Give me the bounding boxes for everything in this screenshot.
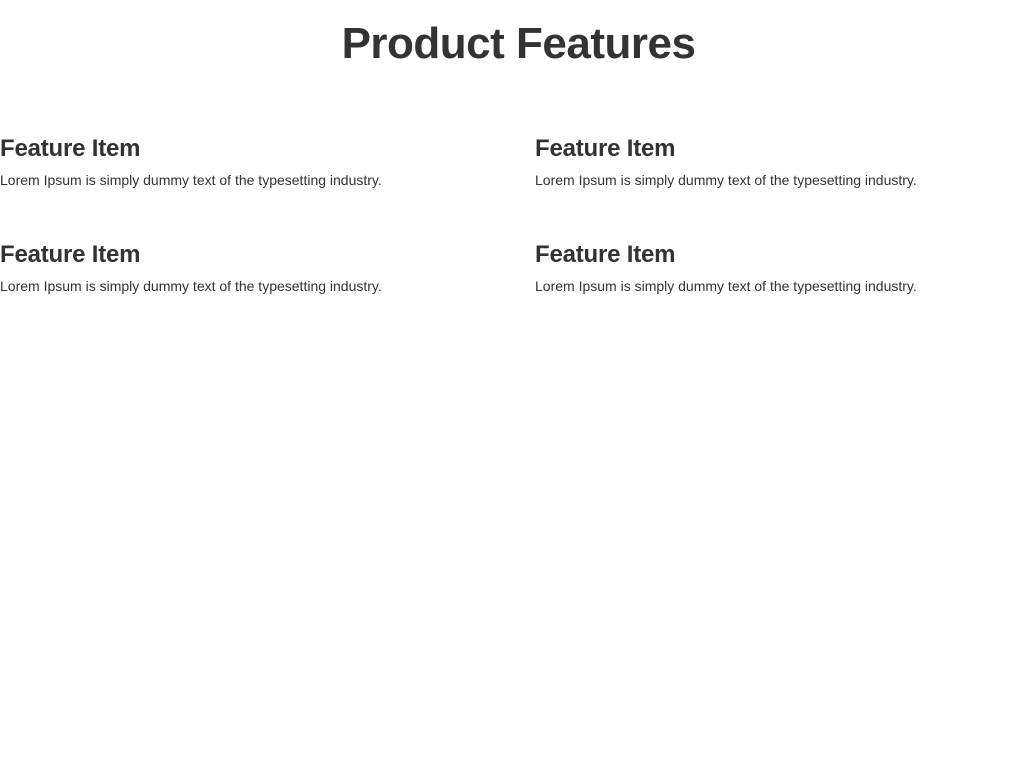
feature-item: Feature Item Lorem Ipsum is simply dummy… [535, 134, 1015, 190]
page-title: Product Features [341, 19, 696, 68]
page: Product Features Feature Item Lorem Ipsu… [0, 0, 1024, 768]
feature-item: Feature Item Lorem Ipsum is simply dummy… [0, 134, 480, 190]
feature-description: Lorem Ipsum is simply dummy text of the … [535, 278, 917, 294]
feature-description: Lorem Ipsum is simply dummy text of the … [0, 172, 382, 188]
feature-title: Feature Item [0, 135, 141, 162]
feature-title: Feature Item [535, 241, 676, 268]
feature-item: Feature Item Lorem Ipsum is simply dummy… [535, 240, 1015, 296]
feature-description: Lorem Ipsum is simply dummy text of the … [535, 172, 917, 188]
feature-title: Feature Item [535, 135, 676, 162]
feature-item: Feature Item Lorem Ipsum is simply dummy… [0, 240, 480, 296]
feature-title: Feature Item [0, 241, 141, 268]
feature-description: Lorem Ipsum is simply dummy text of the … [0, 278, 382, 294]
